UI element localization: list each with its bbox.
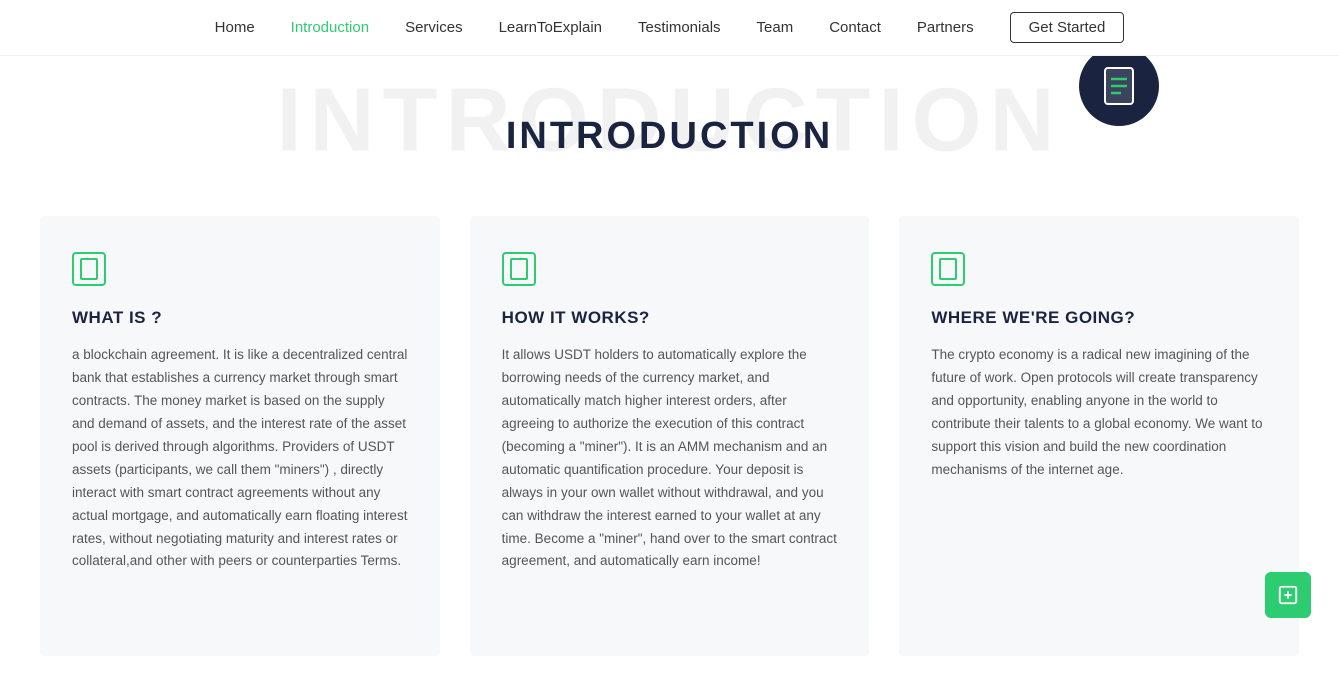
card-icon-inner xyxy=(80,258,98,280)
card-body-where-going: The crypto economy is a radical new imag… xyxy=(931,344,1267,482)
nav-contact[interactable]: Contact xyxy=(829,19,881,36)
cards-container: WHAT IS ? a blockchain agreement. It is … xyxy=(0,186,1339,696)
card-icon-inner-2 xyxy=(510,258,528,280)
card-what-is: WHAT IS ? a blockchain agreement. It is … xyxy=(40,216,440,656)
nav-team[interactable]: Team xyxy=(757,19,794,36)
page-title: INTRODUCTION xyxy=(506,95,833,168)
card-icon-inner-3 xyxy=(939,258,957,280)
avatar-area xyxy=(1079,56,1159,126)
card-icon-what-is xyxy=(72,252,106,286)
nav-services[interactable]: Services xyxy=(405,19,463,36)
card-title-how-it-works: HOW IT WORKS? xyxy=(502,308,838,328)
avatar xyxy=(1079,56,1159,126)
nav-introduction[interactable]: Introduction xyxy=(291,19,369,36)
nav-partners[interactable]: Partners xyxy=(917,19,974,36)
card-body-how-it-works: It allows USDT holders to automatically … xyxy=(502,344,838,573)
card-where-going: WHERE WE'RE GOING? The crypto economy is… xyxy=(899,216,1299,656)
card-body-what-is: a blockchain agreement. It is like a dec… xyxy=(72,344,408,573)
main-nav: Home Introduction Services LearnToExplai… xyxy=(0,0,1339,56)
card-how-it-works: HOW IT WORKS? It allows USDT holders to … xyxy=(470,216,870,656)
card-icon-how-it-works xyxy=(502,252,536,286)
nav-home[interactable]: Home xyxy=(215,19,255,36)
card-title-what-is: WHAT IS ? xyxy=(72,308,408,328)
hero-section: INTRODUCTION INTRODUCTION xyxy=(0,56,1339,186)
nav-learntoexplain[interactable]: LearnToExplain xyxy=(499,19,602,36)
card-icon-where-going xyxy=(931,252,965,286)
nav-testimonials[interactable]: Testimonials xyxy=(638,19,721,36)
card-title-where-going: WHERE WE'RE GOING? xyxy=(931,308,1267,328)
floating-action-button[interactable] xyxy=(1265,572,1311,618)
get-started-button[interactable]: Get Started xyxy=(1010,12,1125,43)
